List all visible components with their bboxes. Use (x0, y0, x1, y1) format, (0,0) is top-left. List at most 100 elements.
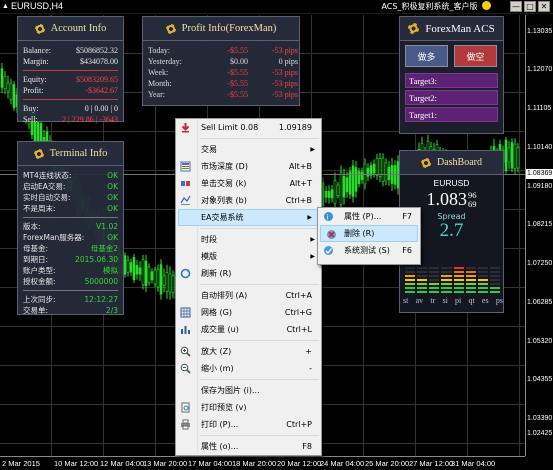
sell-button[interactable]: 做空 (454, 45, 497, 67)
menu-item[interactable]: 属性 (o)... F8 (176, 438, 321, 455)
menu-item[interactable]: 缩小 (m) - (176, 360, 321, 377)
candle-body (138, 267, 142, 275)
gear-icon (421, 157, 431, 168)
menu-item[interactable]: 系统测试 (S) F6 (318, 242, 420, 259)
meter-label: es (481, 296, 489, 305)
submenu-arrow-icon: ▶ (310, 146, 315, 153)
menu-item[interactable]: 时段 ▶ (176, 231, 321, 248)
meter-label: pi (455, 296, 462, 305)
strength-bar (489, 265, 500, 293)
menu-item[interactable]: 打印 (P)... Ctrl+P (176, 416, 321, 433)
menu-item[interactable]: 刷新 (R) (176, 265, 321, 282)
info-label: 母基金: (23, 244, 49, 253)
menu-item[interactable]: 删除 (R) (320, 225, 418, 242)
menu-item[interactable]: Sell Limit 0.08 1.09189 (176, 119, 321, 136)
gear-icon (408, 23, 420, 34)
candle-body (171, 275, 175, 293)
menu-item[interactable]: 模版 ▶ (176, 248, 321, 265)
candle-body (9, 82, 13, 101)
info-label: 到期日: (23, 255, 49, 264)
candle-body (375, 158, 379, 176)
menu-item-shortcut: - (309, 364, 312, 373)
menu-item[interactable]: 对象列表 (b) Ctrl+B (176, 192, 321, 209)
period-label: Yesterday: (148, 57, 182, 66)
time-tick: 20 Mar 12:00 (277, 459, 322, 468)
status-label: MT4连线状态: (23, 171, 72, 180)
period-pips: -53 pips (272, 68, 298, 77)
menu-item[interactable]: 单击交易 (k) Alt+T (176, 175, 321, 192)
info-value: 2015.06.30 (75, 255, 118, 264)
menu-item-label: 自动排列 (A) (201, 291, 248, 300)
candle-body (135, 265, 139, 275)
price-tick: 1.13035 (527, 28, 553, 35)
candle-body (336, 184, 340, 196)
chart-icon: ▲ (2, 2, 9, 10)
zoom-out-icon (180, 363, 191, 374)
status-row: 不是周末: OK (18, 203, 123, 214)
zoom-in-icon (180, 346, 191, 357)
margin-value: $434078.00 (80, 57, 118, 66)
status-value: OK (107, 204, 118, 213)
object-list-icon (180, 195, 191, 206)
period-amount: $0.00 (230, 57, 248, 66)
status-label: 启动EA交易: (23, 182, 66, 191)
print-icon (180, 419, 191, 430)
symbol-tab[interactable]: ▲ EURUSD,H4 (2, 1, 63, 11)
candle-body (345, 177, 349, 193)
status-label: 实时自动交易: (23, 193, 71, 202)
candle-body (321, 182, 325, 207)
sync-label: 上次同步: (23, 295, 56, 304)
maximize-button[interactable]: □ (524, 1, 536, 12)
menu-item[interactable]: i 属性 (P)... F7 (318, 208, 420, 225)
strength-bar (465, 265, 476, 293)
time-tick: 2 Mar 2015 (2, 459, 40, 468)
grid-icon (180, 307, 191, 318)
submenu-arrow-icon: ▶ (310, 253, 315, 260)
minimize-button[interactable]: — (510, 1, 522, 12)
menu-item[interactable]: 自动排列 (A) Ctrl+A (176, 287, 321, 304)
period-amount: -$5.55 (227, 79, 248, 88)
strength-meter (405, 265, 500, 293)
menu-item[interactable]: 放大 (Z) + (176, 343, 321, 360)
price-tick: 1.05320 (527, 338, 553, 345)
equity-label: Equity: (23, 75, 47, 84)
buy-label: Buy: (23, 104, 39, 113)
smiley-icon (482, 1, 491, 10)
menu-item-label: 市场深度 (D) (201, 162, 248, 171)
info-row: ForexMan服务器: OK (18, 232, 123, 243)
time-tick: 24 Mar 04:00 (320, 459, 365, 468)
chart-context-menu: Sell Limit 0.08 1.09189 交易 ▶ 市场深度 (D) Alt+B 单击… (175, 118, 322, 456)
acs-header: ForexMan ACS (400, 17, 503, 41)
menu-item[interactable]: 打印预览 (v) (176, 399, 321, 416)
status-value: OK (107, 182, 118, 191)
menu-item-label: 网格 (G) (201, 308, 232, 317)
candle-body (510, 142, 514, 169)
menu-separator (200, 284, 319, 285)
target3-field[interactable]: Target3: (405, 73, 498, 88)
menu-item[interactable]: 市场深度 (D) Alt+B (176, 158, 321, 175)
close-button[interactable]: ✕ (538, 1, 550, 12)
target1-field[interactable]: Target1: (405, 107, 498, 122)
candle-body (324, 190, 328, 198)
account-info-title: Account Info (50, 23, 107, 34)
menu-item[interactable]: 保存为图片 (i)... (176, 382, 321, 399)
time-axis: 2 Mar 2015 10 Mar 12:00 12 Mar 04:00 13 Mar… (0, 456, 525, 470)
candle-body (0, 68, 4, 88)
menu-item-shortcut: 1.09189 (278, 123, 312, 132)
meter-label: st (403, 296, 409, 305)
menu-item-shortcut: Ctrl+A (285, 291, 312, 300)
buy-button[interactable]: 做多 (405, 45, 448, 67)
price-tick: 1.09180 (527, 183, 553, 190)
menu-item[interactable]: 网格 (G) Ctrl+G (176, 304, 321, 321)
menu-item[interactable]: 成交量 (u) Ctrl+L (176, 321, 321, 338)
menu-item[interactable]: EA交易系统 ▶ (178, 209, 319, 226)
strength-bar (441, 265, 452, 293)
menu-item[interactable]: 交易 ▶ (176, 141, 321, 158)
status-value: OK (107, 171, 118, 180)
menu-item-shortcut: Alt+T (289, 179, 312, 188)
info-label: 授权金额: (23, 277, 56, 286)
candle-body (147, 266, 151, 283)
menu-item-shortcut: F7 (402, 212, 412, 221)
candle-body (333, 179, 337, 205)
target2-field[interactable]: Target2: (405, 90, 498, 105)
